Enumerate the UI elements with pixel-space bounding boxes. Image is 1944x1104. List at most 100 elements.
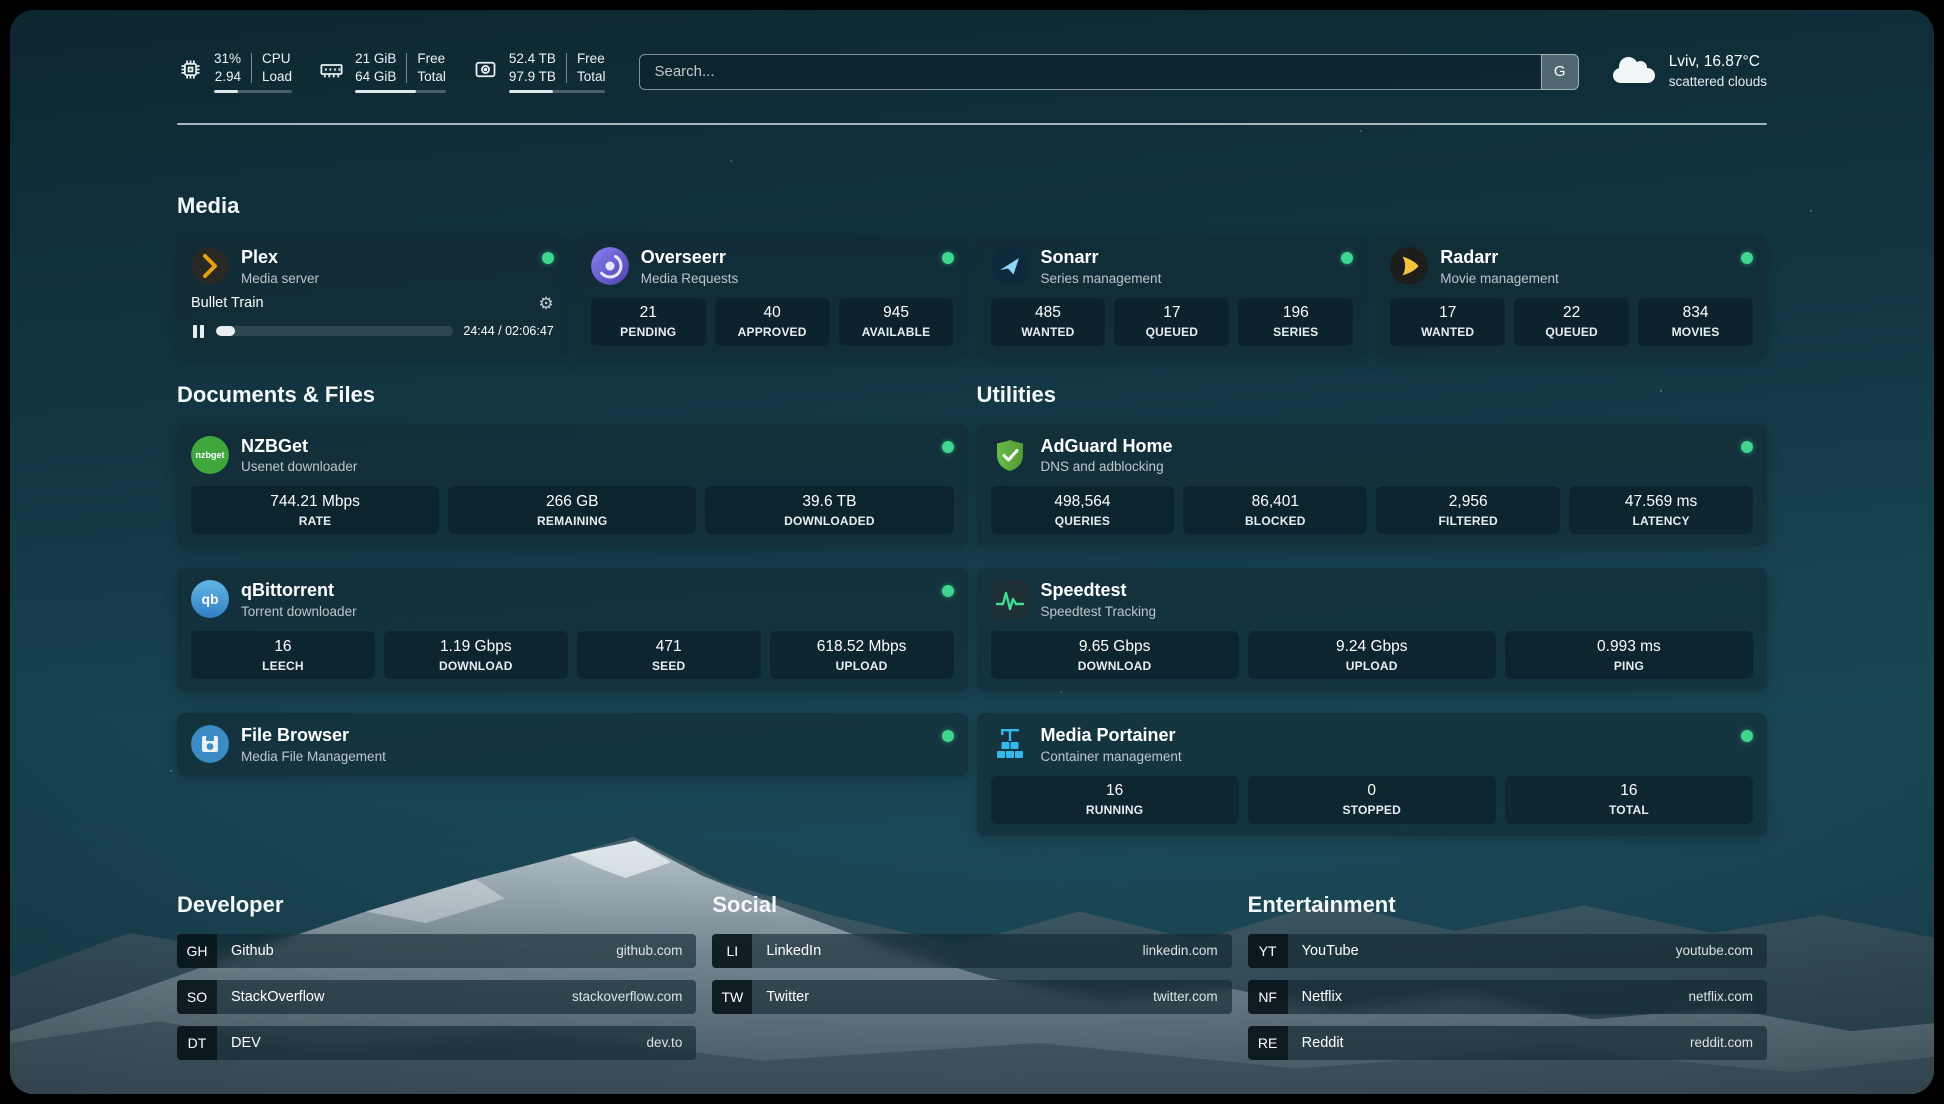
- app-card-radarr[interactable]: Radarr Movie management 17WANTED 22QUEUE…: [1376, 235, 1767, 358]
- stat-wanted: 485WANTED: [991, 298, 1106, 346]
- app-name: Sonarr: [1041, 247, 1330, 268]
- metric-divider: [406, 53, 407, 83]
- app-name: Media Portainer: [1041, 725, 1730, 746]
- status-online-dot: [1741, 252, 1753, 264]
- header-divider: [177, 123, 1767, 125]
- system-metrics: 31% 2.94 CPU Load: [177, 50, 605, 93]
- app-subtitle: Series management: [1041, 271, 1330, 286]
- app-subtitle: Movie management: [1440, 271, 1729, 286]
- stat-latency: 47.569 msLATENCY: [1569, 486, 1753, 534]
- weather-location: Lviv, 16.87°C: [1669, 52, 1767, 73]
- stat-ping: 0.993 msPING: [1505, 631, 1753, 679]
- status-online-dot: [1341, 252, 1353, 264]
- qbittorrent-icon: qb: [191, 580, 229, 618]
- app-card-nzbget[interactable]: nzbget NZBGet Usenet downloader 744.21 M…: [177, 424, 968, 547]
- bookmark-linkedin[interactable]: LI LinkedIn linkedin.com: [712, 934, 1231, 968]
- bookmark-abbr: NF: [1248, 980, 1288, 1014]
- app-card-plex[interactable]: Plex Media server Bullet Train ⚙: [177, 235, 568, 358]
- pause-icon[interactable]: [191, 323, 206, 340]
- stat-downloaded: 39.6 TBDOWNLOADED: [705, 486, 953, 534]
- bookmark-name: Reddit: [1302, 1035, 1690, 1051]
- bookmark-twitter[interactable]: TW Twitter twitter.com: [712, 980, 1231, 1014]
- screen-frame: 31% 2.94 CPU Load: [0, 0, 1944, 1104]
- app-name: Plex: [241, 247, 530, 268]
- bookmark-abbr: GH: [177, 934, 217, 968]
- filebrowser-icon: [191, 725, 229, 763]
- status-online-dot: [542, 252, 554, 264]
- section-title-social: Social: [712, 892, 1231, 918]
- disk-metric: 52.4 TB 97.9 TB Free Total: [472, 50, 606, 93]
- playback-progress-bar[interactable]: [216, 326, 454, 336]
- app-card-sonarr[interactable]: Sonarr Series management 485WANTED 17QUE…: [977, 235, 1368, 358]
- app-name: Speedtest: [1041, 580, 1754, 601]
- stat-download: 1.19 GbpsDOWNLOAD: [384, 631, 568, 679]
- app-card-speedtest[interactable]: Speedtest Speedtest Tracking 9.65 GbpsDO…: [977, 568, 1768, 691]
- cpu-load-label: Load: [262, 68, 292, 86]
- stat-series: 196SERIES: [1238, 298, 1353, 346]
- ram-icon: [318, 56, 345, 83]
- bookmark-name: Netflix: [1302, 989, 1689, 1005]
- bookmark-name: DEV: [231, 1035, 647, 1051]
- app-name: Radarr: [1440, 247, 1729, 268]
- settings-gear-icon[interactable]: ⚙: [539, 295, 554, 312]
- bookmark-abbr: RE: [1248, 1026, 1288, 1060]
- disk-total-label: Total: [577, 68, 606, 86]
- stat-queued: 22QUEUED: [1514, 298, 1629, 346]
- section-title-entertainment: Entertainment: [1248, 892, 1767, 918]
- disk-total-value: 97.9 TB: [509, 68, 556, 86]
- bookmark-youtube[interactable]: YT YouTube youtube.com: [1248, 934, 1767, 968]
- bookmark-dev[interactable]: DT DEV dev.to: [177, 1026, 696, 1060]
- status-online-dot: [942, 252, 954, 264]
- search-bar: G: [639, 54, 1578, 90]
- cpu-usage-value: 31%: [214, 50, 241, 68]
- app-card-overseerr[interactable]: Overseerr Media Requests 21PENDING 40APP…: [577, 235, 968, 358]
- section-title-media: Media: [177, 193, 1767, 219]
- app-subtitle: Media File Management: [241, 749, 930, 764]
- bookmark-url: stackoverflow.com: [572, 989, 682, 1004]
- app-subtitle: Media Requests: [641, 271, 930, 286]
- stat-wanted: 17WANTED: [1390, 298, 1505, 346]
- app-subtitle: DNS and adblocking: [1041, 459, 1730, 474]
- cpu-metric: 31% 2.94 CPU Load: [177, 50, 292, 93]
- weather-widget: Lviv, 16.87°C scattered clouds: [1613, 52, 1767, 91]
- weather-condition: scattered clouds: [1669, 73, 1767, 91]
- sonarr-icon: [991, 247, 1029, 285]
- bookmark-github[interactable]: GH Github github.com: [177, 934, 696, 968]
- app-card-qbittorrent[interactable]: qb qBittorrent Torrent downloader 16LEEC…: [177, 568, 968, 691]
- documents-column: Documents & Files nzbget NZBGet Usenet d…: [177, 382, 968, 776]
- nzbget-icon: nzbget: [191, 436, 229, 474]
- bookmark-name: YouTube: [1302, 943, 1676, 959]
- app-card-adguard[interactable]: AdGuard Home DNS and adblocking 498,564Q…: [977, 424, 1768, 547]
- stat-download: 9.65 GbpsDOWNLOAD: [991, 631, 1239, 679]
- top-bar: 31% 2.94 CPU Load: [177, 10, 1767, 93]
- status-online-dot: [1741, 441, 1753, 453]
- bookmarks-social: Social LI LinkedIn linkedin.com TW Twitt…: [712, 892, 1231, 1060]
- cpu-load-value: 2.94: [215, 68, 241, 86]
- bookmark-reddit[interactable]: RE Reddit reddit.com: [1248, 1026, 1767, 1060]
- app-name: File Browser: [241, 725, 930, 746]
- disk-free-label: Free: [577, 50, 606, 68]
- stat-stopped: 0STOPPED: [1248, 776, 1496, 824]
- stat-filtered: 2,956FILTERED: [1376, 486, 1560, 534]
- disk-icon: [472, 56, 499, 83]
- bookmark-name: StackOverflow: [231, 989, 572, 1005]
- stat-rate: 744.21 MbpsRATE: [191, 486, 439, 534]
- app-card-portainer[interactable]: Media Portainer Container management 16R…: [977, 713, 1768, 836]
- plex-now-playing: Bullet Train ⚙ 24:44 / 02:06:47: [191, 295, 554, 340]
- stat-approved: 40APPROVED: [715, 298, 830, 346]
- app-card-filebrowser[interactable]: File Browser Media File Management: [177, 713, 968, 776]
- bookmark-name: Github: [231, 943, 616, 959]
- app-name: qBittorrent: [241, 580, 930, 601]
- bookmarks-section: Developer GH Github github.com SO StackO…: [177, 892, 1767, 1060]
- status-online-dot: [942, 730, 954, 742]
- app-name: Overseerr: [641, 247, 930, 268]
- app-subtitle: Torrent downloader: [241, 604, 930, 619]
- bookmark-stackoverflow[interactable]: SO StackOverflow stackoverflow.com: [177, 980, 696, 1014]
- app-name: AdGuard Home: [1041, 436, 1730, 457]
- app-subtitle: Media server: [241, 271, 530, 286]
- search-input[interactable]: [639, 54, 1540, 90]
- app-subtitle: Container management: [1041, 749, 1730, 764]
- bookmark-netflix[interactable]: NF Netflix netflix.com: [1248, 980, 1767, 1014]
- bookmark-abbr: LI: [712, 934, 752, 968]
- search-engine-button[interactable]: G: [1541, 54, 1579, 90]
